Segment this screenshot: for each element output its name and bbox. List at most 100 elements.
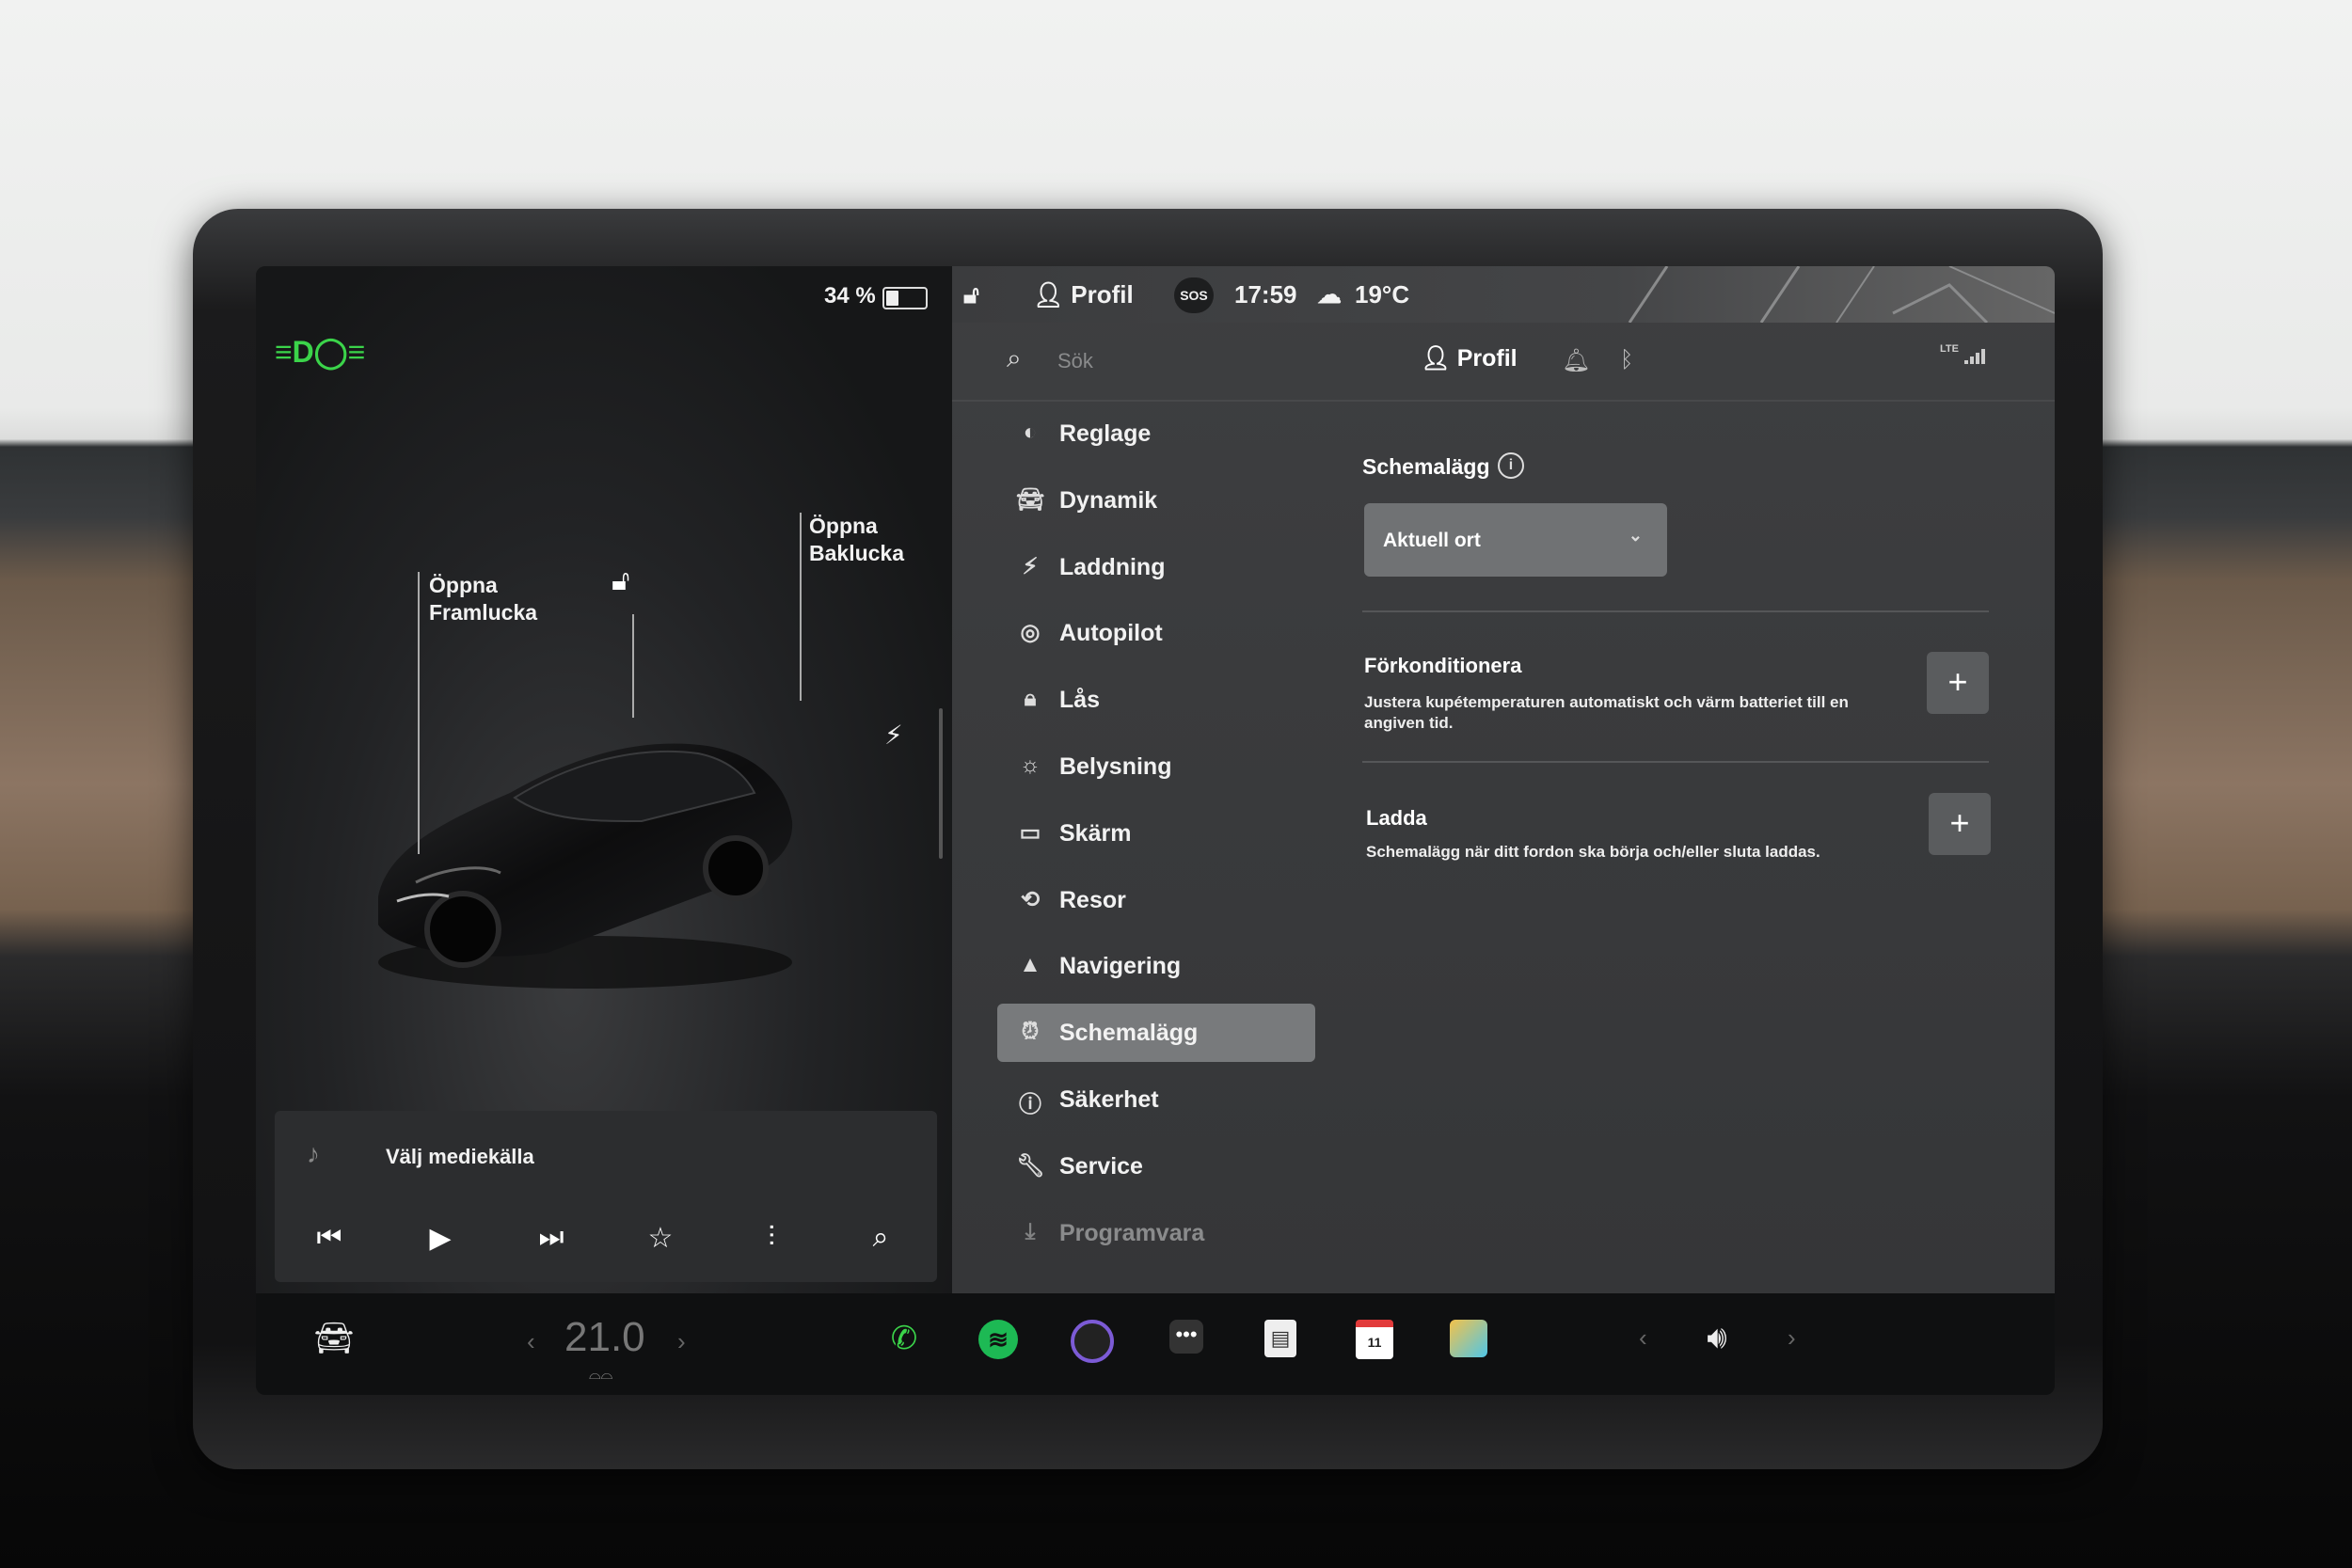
menu-item-sk-rm[interactable]: ▭ Skärm: [997, 804, 1315, 863]
menu-item-label: Dynamik: [1059, 486, 1158, 514]
wrench-icon: 🔧︎: [1016, 1152, 1045, 1179]
calendar-icon[interactable]: 11: [1351, 1320, 1398, 1359]
battery-percentage: 34 %: [824, 283, 876, 309]
trips-icon: ⟲: [1020, 886, 1041, 912]
previous-track-icon[interactable]: ⏮︎: [309, 1222, 350, 1254]
menu-item-belysning[interactable]: ☼ Belysning: [997, 737, 1315, 796]
lock-icon: 🔒︎: [1024, 686, 1037, 712]
play-icon[interactable]: ▶︎: [420, 1222, 461, 1255]
location-dropdown[interactable]: Aktuell ort ⌄: [1364, 503, 1667, 577]
precondition-description: Justera kupétemperaturen automatiskt och…: [1364, 693, 1849, 732]
settings-search-row: ⌕ 👤︎ Profil 🔔︎ ᛒ LTE: [952, 323, 2055, 402]
media-player: ♪ Välj mediekälla ⏮︎ ▶︎ ⏭︎ ☆ ⫶ ⌕: [275, 1111, 937, 1282]
network-type: LTE: [1940, 343, 1959, 355]
equalizer-icon[interactable]: ⫶: [751, 1222, 792, 1254]
menu-item-resor[interactable]: ⟲ Resor: [997, 871, 1315, 929]
clock: 17:59: [1234, 280, 1297, 309]
volume-icon[interactable]: 🔊︎: [1693, 1320, 1740, 1356]
chevron-down-icon: ⌄: [1628, 526, 1643, 545]
cabin-temperature[interactable]: 21.0: [564, 1314, 645, 1361]
media-search-icon[interactable]: ⌕: [860, 1222, 901, 1254]
search-icon: ⌕: [1007, 343, 1022, 372]
menu-item-schemal-gg[interactable]: ⏰︎ Schemalägg: [997, 1004, 1315, 1063]
bell-icon[interactable]: 🔔︎: [1562, 347, 1590, 374]
lock-leader: [632, 614, 634, 718]
menu-item-label: Resor: [1059, 886, 1126, 913]
add-charge-button[interactable]: +: [1929, 793, 1991, 855]
toggle-icon: ◐: [1023, 420, 1038, 445]
menu-item-label: Säkerhet: [1059, 1086, 1159, 1113]
menu-item-l-s[interactable]: 🔒︎ Lås: [997, 671, 1315, 729]
seat-heater-icon[interactable]: ⌓⌓: [589, 1367, 612, 1384]
menu-item-service[interactable]: 🔧︎ Service: [997, 1137, 1315, 1196]
outside-temperature: 19°C: [1355, 280, 1410, 309]
notepad-icon[interactable]: ▤: [1257, 1320, 1304, 1357]
menu-item-s-kerhet[interactable]: ⓘ Säkerhet: [997, 1070, 1315, 1129]
spotify-icon[interactable]: ≋: [975, 1320, 1022, 1359]
menu-item-autopilot[interactable]: ◎ Autopilot: [997, 604, 1315, 662]
media-source-label[interactable]: Välj mediekälla: [386, 1145, 534, 1169]
location-dropdown-value: Aktuell ort: [1383, 530, 1481, 551]
divider: [1362, 761, 1989, 763]
phone-icon[interactable]: ✆: [881, 1320, 928, 1357]
favorite-star-icon[interactable]: ☆: [640, 1222, 681, 1255]
menu-item-laddning[interactable]: ⚡︎ Laddning: [997, 538, 1315, 596]
bolt-icon: ⚡︎: [1022, 553, 1039, 579]
precondition-title: Förkonditionera: [1364, 654, 1522, 677]
camera-icon[interactable]: [1069, 1320, 1116, 1363]
toybox-box: [1450, 1320, 1487, 1357]
panel-drag-handle[interactable]: [939, 708, 943, 859]
more-dots: •••: [1169, 1320, 1203, 1354]
add-precondition-button[interactable]: +: [1927, 652, 1989, 714]
menu-item-label: Programvara: [1059, 1219, 1205, 1246]
menu-item-label: Schemalägg: [1059, 1020, 1199, 1047]
menu-item-navigering[interactable]: ▲ Navigering: [997, 937, 1315, 995]
headlight-icon[interactable]: ≡D◯≡: [275, 334, 365, 370]
profile-button-label: Profil: [1456, 345, 1518, 372]
menu-item-dynamik[interactable]: 🚘︎ Dynamik: [997, 471, 1315, 530]
schedule-title: Schemalägg: [1362, 454, 1490, 479]
menu-item-label: Navigering: [1059, 953, 1182, 980]
battery-fill: [886, 291, 898, 306]
temp-down-arrow[interactable]: ‹: [527, 1327, 535, 1356]
sos-button[interactable]: SOS: [1174, 277, 1214, 313]
rear-trunk-leader: [800, 513, 802, 701]
volume-up-arrow[interactable]: ›: [1788, 1323, 1796, 1353]
next-track-icon[interactable]: ⏭︎: [531, 1222, 572, 1254]
menu-item-reglage[interactable]: ◐ Reglage: [997, 404, 1315, 463]
weather-icon: ☁︎: [1317, 280, 1342, 309]
car-image: [378, 743, 793, 989]
display-icon: ▭: [1019, 819, 1041, 846]
unlock-icon[interactable]: 🔓︎: [612, 565, 629, 597]
driver-profile-label: Profil: [1071, 280, 1134, 309]
menu-item-label: Belysning: [1059, 753, 1172, 780]
menu-item-label: Laddning: [1059, 553, 1166, 580]
temp-up-arrow[interactable]: ›: [677, 1327, 686, 1356]
steering-wheel-icon: ◎: [1020, 620, 1041, 646]
more-icon[interactable]: •••: [1163, 1320, 1210, 1354]
menu-item-label: Lås: [1059, 687, 1101, 714]
camera-lens: [1071, 1320, 1114, 1363]
navigation-icon: ▲: [1019, 952, 1041, 978]
bottom-dock: 🚘︎ ‹ 21.0 ⌓⌓ › ✆ ≋ ••• ▤ 11 ‹ 🔊︎ ›: [256, 1293, 2055, 1395]
menu-item-programvara[interactable]: ⤓ Programvara: [997, 1204, 1315, 1262]
charge-title: Ladda: [1366, 806, 1427, 830]
download-icon: ⤓: [1025, 1218, 1036, 1244]
toybox-icon[interactable]: [1445, 1320, 1492, 1357]
charge-description: Schemalägg när ditt fordon ska börja och…: [1366, 843, 1820, 861]
car-panel: 34 % ≡D◯≡ Öppna Framlucka Öppna Baklucka…: [256, 266, 952, 1293]
bluetooth-icon[interactable]: ᛒ: [1620, 347, 1633, 373]
profile-button[interactable]: 👤︎ Profil: [1421, 345, 1518, 372]
volume-down-arrow[interactable]: ‹: [1639, 1323, 1647, 1353]
info-icon[interactable]: i: [1498, 452, 1524, 479]
lock-status-icon[interactable]: 🔓︎: [963, 280, 979, 310]
open-rear-trunk[interactable]: Öppna Baklucka: [809, 513, 904, 567]
info-circle-icon: ⓘ: [1019, 1092, 1041, 1117]
open-front-trunk[interactable]: Öppna Framlucka: [429, 572, 537, 626]
driver-profile[interactable]: 👤︎ Profil: [1033, 280, 1134, 309]
menu-item-label: Skärm: [1059, 819, 1132, 847]
touchscreen: 34 % ≡D◯≡ Öppna Framlucka Öppna Baklucka…: [256, 266, 2055, 1395]
spotify-logo: ≋: [978, 1320, 1018, 1359]
charge-icon[interactable]: ⚡︎: [884, 720, 903, 751]
car-icon[interactable]: 🚘︎: [310, 1320, 358, 1357]
